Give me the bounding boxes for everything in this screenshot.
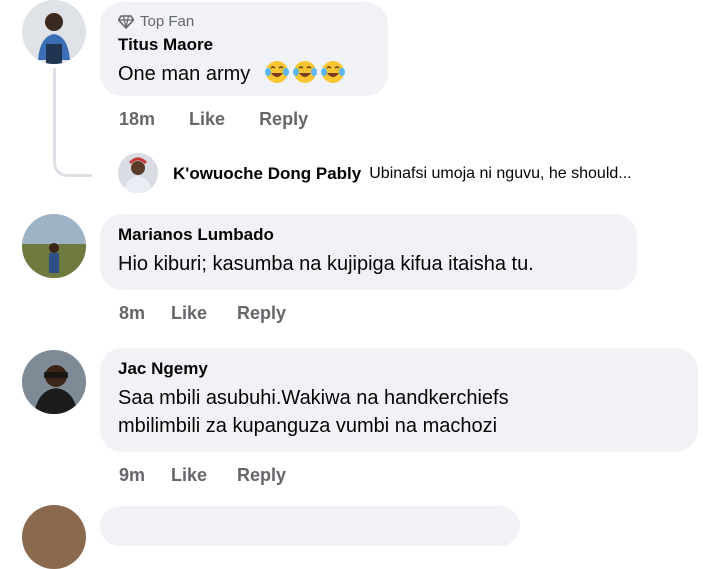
comment-text-line: mbilimbili za kupanguza vumbi na machozi [118, 415, 498, 437]
reply-button[interactable]: Reply [237, 303, 286, 324]
comment-actions: 8m Like Reply [119, 303, 312, 324]
reply-button[interactable]: Reply [259, 109, 308, 130]
commenter-name[interactable]: Titus Maore [118, 34, 370, 56]
comment-text-body: One man army [118, 63, 251, 85]
comment-actions: 9m Like Reply [119, 465, 312, 486]
reply-preview[interactable]: K'owuoche Dong Pably Ubinafsi umoja ni n… [173, 162, 632, 186]
comment-bubble [100, 506, 520, 546]
reply-button[interactable]: Reply [237, 465, 286, 486]
commenter-name[interactable]: Jac Ngemy [118, 358, 680, 380]
thread-connector-line [53, 68, 92, 177]
reply-preview-text: Ubinafsi umoja ni nguvu, he should... [369, 165, 632, 182]
like-button[interactable]: Like [171, 303, 207, 324]
crying-laughing-face-emoji-icon [264, 61, 289, 83]
like-button[interactable]: Like [189, 109, 225, 130]
avatar[interactable] [22, 505, 86, 569]
comment-bubble: Jac Ngemy Saa mbili asubuhi.Wakiwa na ha… [100, 348, 698, 452]
reply-avatar[interactable] [118, 153, 158, 193]
comment-timestamp[interactable]: 18m [119, 109, 155, 130]
avatar[interactable] [22, 350, 86, 414]
crying-laughing-face-emoji-icon [292, 61, 317, 83]
comment-text: Hio kiburi; kasumba na kujipiga kifua it… [118, 253, 534, 275]
avatar[interactable] [22, 214, 86, 278]
comment-bubble: Marianos Lumbado Hio kiburi; kasumba na … [100, 214, 637, 290]
emoji-group [262, 61, 346, 85]
comment-timestamp[interactable]: 8m [119, 303, 145, 324]
crying-laughing-face-emoji-icon [320, 61, 345, 83]
avatar[interactable] [22, 0, 86, 64]
reply-author-name[interactable]: K'owuoche Dong Pably [173, 164, 361, 184]
diamond-icon [118, 15, 134, 29]
comment-actions: 18m Like Reply [119, 109, 334, 130]
commenter-name[interactable]: Marianos Lumbado [118, 224, 619, 246]
badge-label: Top Fan [140, 13, 195, 30]
like-button[interactable]: Like [171, 465, 207, 486]
comment-timestamp[interactable]: 9m [119, 465, 145, 486]
comment-text: One man army [118, 60, 370, 88]
comment-text-line: Saa mbili asubuhi.Wakiwa na handkerchief… [118, 387, 509, 409]
top-fan-badge: Top Fan [118, 12, 370, 32]
comment-bubble: Top Fan Titus Maore One man army [100, 2, 388, 96]
